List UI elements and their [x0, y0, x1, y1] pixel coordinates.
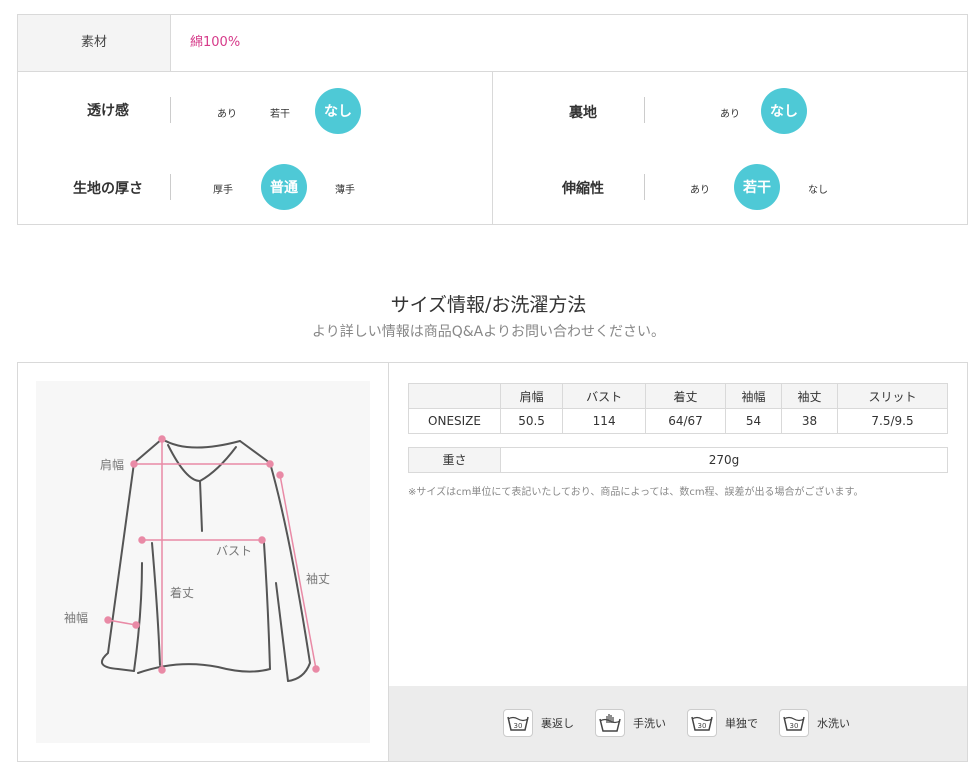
option-transparency-selected: なし — [315, 88, 361, 134]
size-table-header-cell: 肩幅 — [499, 383, 564, 409]
size-table-header-cell: 着丈 — [645, 383, 726, 409]
material-table: 素材 綿100% 透け感 あり 若干 なし 生地の厚さ 厚手 普通 薄手 裏地 … — [17, 14, 968, 225]
property-name-thickness: 生地の厚さ — [73, 181, 143, 197]
wash-30-icon: 30 — [687, 709, 717, 737]
option-stretch-ari: あり — [690, 185, 710, 196]
wash-label: 手洗い — [633, 717, 666, 730]
section-title: サイズ情報/お洗濯方法 — [390, 294, 587, 316]
wash-label: 裏返し — [541, 717, 574, 730]
wash-item: 手洗い — [595, 709, 666, 737]
size-table: 肩幅 バスト 着丈 袖幅 袖丈 スリット ONESIZE 50.5 114 64… — [408, 383, 948, 434]
weight-table: 重さ 270g — [408, 447, 948, 473]
size-table-cell: 54 — [724, 408, 783, 434]
property-name-lining: 裏地 — [569, 105, 597, 121]
size-table-header-cell: バスト — [562, 383, 647, 409]
option-stretch-nashi: なし — [808, 185, 828, 196]
divider — [170, 97, 171, 123]
divider — [644, 174, 645, 200]
material-value: 綿100% — [190, 35, 241, 50]
option-transparency-ari: あり — [217, 109, 237, 120]
wash-instructions-bar: 30 裏返し 手洗い 30 単独で 30 水洗い — [389, 686, 967, 761]
wash-label: 水洗い — [817, 717, 850, 730]
wash-30-icon: 30 — [779, 709, 809, 737]
wash-item: 30 水洗い — [779, 709, 850, 737]
size-table-header-cell: 袖丈 — [780, 383, 839, 409]
hand-wash-icon — [595, 709, 625, 737]
material-label: 素材 — [80, 35, 107, 50]
diagram-label-sleeve: 袖丈 — [306, 571, 330, 586]
divider — [170, 174, 171, 200]
option-thickness-selected: 普通 — [261, 164, 307, 210]
option-stretch-selected: 若干 — [734, 164, 780, 210]
property-name-stretch: 伸縮性 — [562, 181, 604, 197]
option-lining-selected: なし — [761, 88, 807, 134]
size-table-cell: 38 — [780, 408, 839, 434]
option-thickness-thick: 厚手 — [213, 185, 233, 196]
option-thickness-thin: 薄手 — [335, 185, 355, 196]
size-info-panel: 肩幅 バスト 着丈 袖丈 袖幅 肩幅 バスト 着丈 袖幅 袖丈 スリット ONE… — [17, 362, 968, 762]
size-table-cell: 7.5/9.5 — [837, 408, 948, 434]
property-name-transparency: 透け感 — [87, 103, 129, 119]
size-table-cell: 114 — [562, 408, 647, 434]
sweater-illustration: 肩幅 バスト 着丈 袖丈 袖幅 — [36, 381, 370, 743]
size-table-cell: 50.5 — [499, 408, 564, 434]
size-table-header-cell: スリット — [837, 383, 948, 409]
svg-text:30: 30 — [790, 722, 799, 730]
size-table-header-cell — [408, 383, 501, 409]
svg-text:30: 30 — [698, 722, 707, 730]
diagram-label-shoulder: 肩幅 — [100, 457, 124, 472]
weight-label: 重さ — [409, 448, 501, 472]
size-table-cell: ONESIZE — [408, 408, 501, 434]
svg-text:30: 30 — [514, 722, 523, 730]
diagram-label-sleeve-width: 袖幅 — [64, 610, 88, 625]
material-label-cell: 素材 — [18, 15, 171, 72]
diagram-label-bust: バスト — [216, 544, 252, 558]
wash-label: 単独で — [725, 717, 758, 730]
weight-value: 270g — [708, 453, 740, 467]
wash-30-icon: 30 — [503, 709, 533, 737]
size-note: ※サイズはcm単位にて表記いたしており、商品によっては、数cm程、誤差が出る場合… — [408, 487, 864, 498]
size-table-header: 肩幅 バスト 着丈 袖幅 袖丈 スリット — [408, 383, 948, 409]
wash-item: 30 裏返し — [503, 709, 574, 737]
divider — [492, 72, 493, 224]
divider — [644, 97, 645, 123]
diagram-label-length: 着丈 — [170, 585, 194, 600]
table-row: ONESIZE 50.5 114 64/67 54 38 7.5/9.5 — [408, 408, 948, 434]
wash-item: 30 単独で — [687, 709, 758, 737]
size-table-cell: 64/67 — [645, 408, 726, 434]
section-subtitle: より詳しい情報は商品Q&Aよりお問い合わせください。 — [312, 324, 665, 340]
option-lining-ari: あり — [720, 109, 740, 120]
garment-diagram: 肩幅 バスト 着丈 袖丈 袖幅 — [18, 363, 389, 761]
option-transparency-jakkan: 若干 — [270, 109, 290, 120]
divider — [171, 71, 967, 72]
size-table-header-cell: 袖幅 — [724, 383, 783, 409]
